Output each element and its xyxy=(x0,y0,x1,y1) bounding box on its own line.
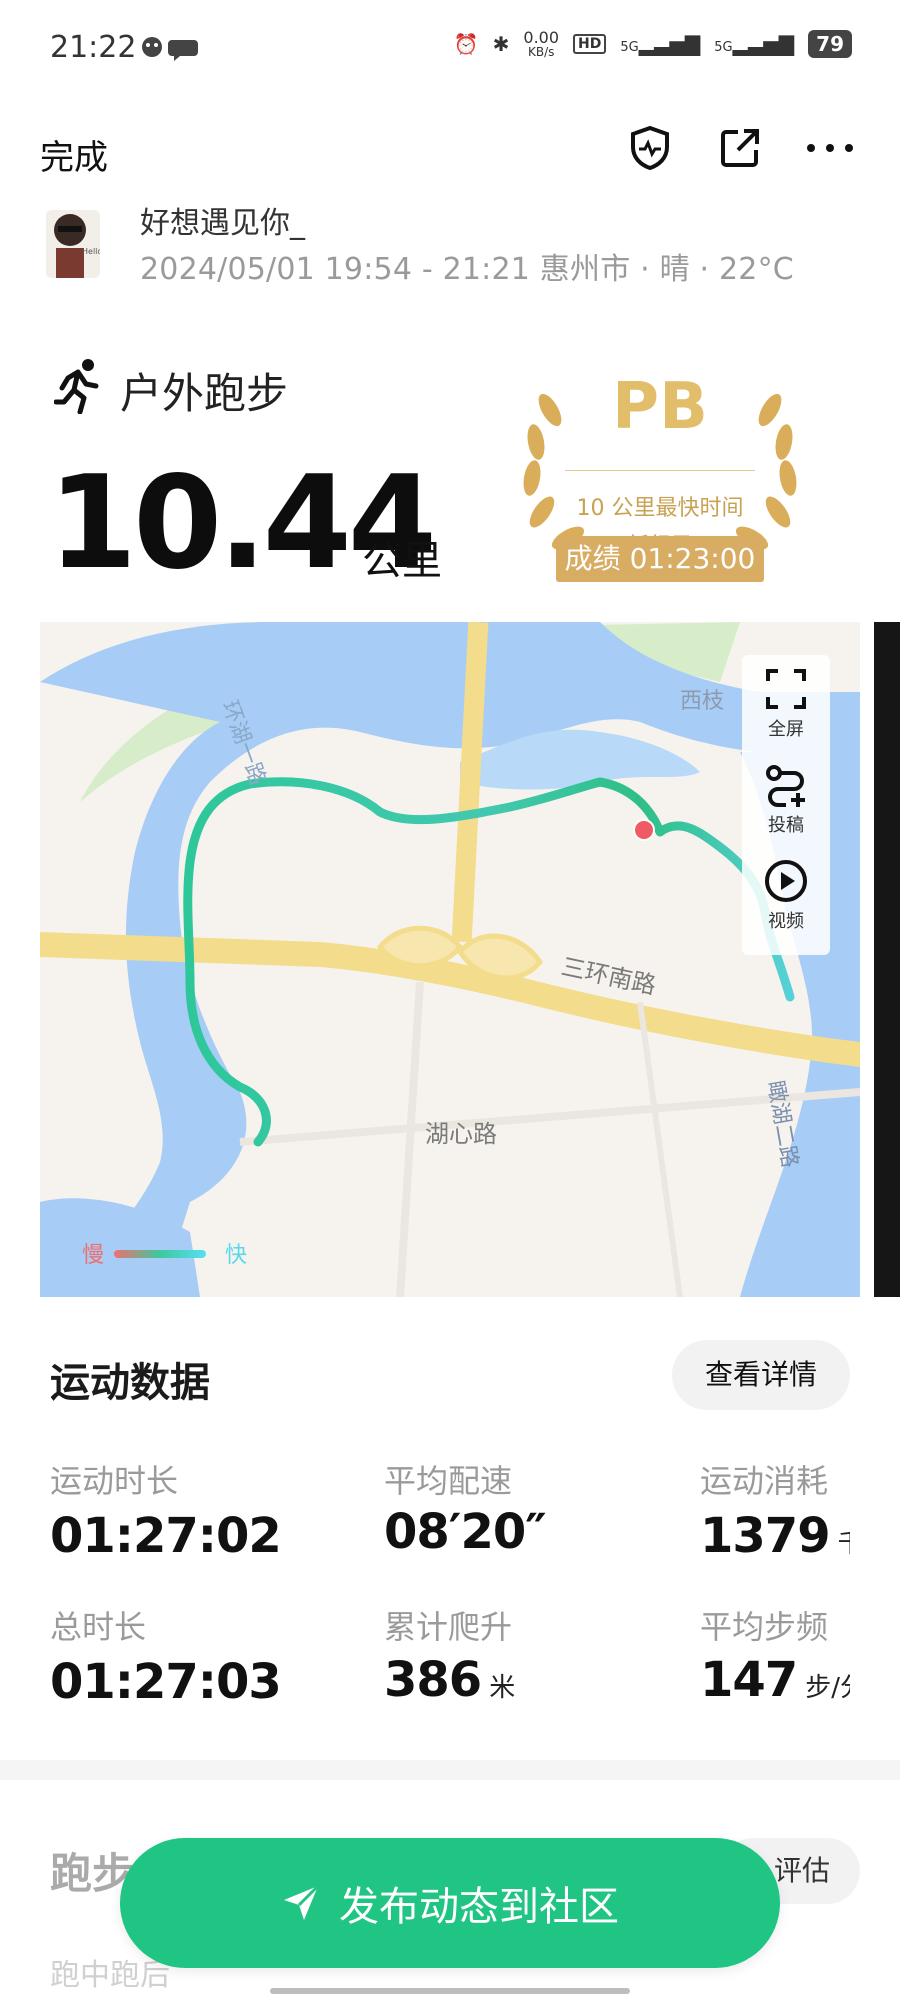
submit-route-button[interactable]: 投稿 xyxy=(742,763,830,837)
bluetooth-icon: ✱ xyxy=(492,32,510,56)
stats-section-title: 运动数据 xyxy=(50,1360,210,1406)
hd-icon: HD xyxy=(573,34,607,54)
stat-label-total-time: 总时长 xyxy=(50,1608,147,1646)
road-label-4: 瞰湖二路 xyxy=(763,1079,803,1170)
map-controls: 全屏 投稿 视频 xyxy=(742,655,830,955)
legend-slow: 慢 xyxy=(82,1242,104,1267)
workout-meta: 2024/05/01 19:54 - 21:21 惠州市 · 晴 · 22°C xyxy=(140,252,794,287)
net-speed: 0.00 KB/s xyxy=(523,28,560,59)
video-button[interactable]: 视频 xyxy=(742,859,830,933)
stat-label-calories: 运动消耗 xyxy=(700,1462,829,1500)
place-label: 西枝 xyxy=(680,688,724,713)
publish-to-community-button[interactable]: 发布动态到社区 xyxy=(120,1838,780,1968)
svg-text:Hello.: Hello. xyxy=(82,247,100,256)
next-map-preview[interactable] xyxy=(874,622,900,1297)
alarm-icon: ⏰ xyxy=(453,32,479,56)
done-button[interactable]: 完成 xyxy=(40,130,108,179)
route-submit-icon xyxy=(766,765,805,807)
stat-value-calories: 1379千卡 xyxy=(700,1508,850,1564)
avatar[interactable]: Hello. xyxy=(46,210,100,278)
fullscreen-button[interactable]: 全屏 xyxy=(742,667,830,741)
shield-heart-icon[interactable] xyxy=(624,122,676,174)
fullscreen-label: 全屏 xyxy=(768,719,804,740)
pb-score: 成绩 01:23:00 xyxy=(556,536,764,582)
send-icon xyxy=(284,1884,320,1920)
video-label: 视频 xyxy=(768,911,804,932)
section-divider xyxy=(0,1760,900,1780)
running-icon xyxy=(53,358,102,415)
stat-value-pace: 08′20″ xyxy=(384,1504,547,1560)
submit-label: 投稿 xyxy=(768,815,804,836)
home-indicator[interactable] xyxy=(270,1988,630,1994)
signal-icon-2: 5G▂▃▅▇ xyxy=(714,32,795,56)
pb-line1: 10 公里最快时间 xyxy=(576,496,744,521)
more-icon[interactable] xyxy=(804,122,856,174)
status-time: 21:22 xyxy=(50,30,137,65)
stat-value-cadence: 147步/分 xyxy=(700,1652,850,1708)
stat-value-total-time: 01:27:03 xyxy=(50,1654,282,1710)
stat-label-elevation: 累计爬升 xyxy=(384,1608,513,1646)
fullscreen-icon xyxy=(766,669,806,709)
map-canvas: 环湖一路 三环南路 湖心路 瞰湖二路 西枝 慢 快 xyxy=(40,622,860,1297)
stat-label-cadence: 平均步频 xyxy=(700,1608,829,1646)
road-label-3: 湖心路 xyxy=(425,1121,497,1148)
status-bar: 21:22 ⏰ ✱ 0.00 KB/s HD 5G▂▃▅▇ 5G▂▃▅▇ 79 xyxy=(0,0,900,100)
publish-label: 发布动态到社区 xyxy=(339,1884,619,1930)
stat-label-pace: 平均配速 xyxy=(384,1462,513,1500)
share-icon[interactable] xyxy=(714,122,766,174)
username: 好想遇见你_ xyxy=(140,206,305,241)
play-video-icon xyxy=(765,860,807,902)
app-notification-icon xyxy=(140,32,200,66)
sport-title: 户外跑步 xyxy=(120,369,289,418)
status-indicators: ⏰ ✱ 0.00 KB/s HD 5G▂▃▅▇ 5G▂▃▅▇ 79 xyxy=(454,30,852,58)
route-map[interactable]: 环湖一路 三环南路 湖心路 瞰湖二路 西枝 慢 快 xyxy=(40,622,860,1297)
pb-divider xyxy=(565,470,755,471)
stat-value-duration: 01:27:02 xyxy=(50,1508,282,1564)
legend-fast: 快 xyxy=(225,1242,247,1267)
start-marker xyxy=(633,819,655,841)
pb-label: PB xyxy=(612,370,708,444)
stat-value-elevation: 386 米 xyxy=(384,1652,516,1708)
speed-legend-bar xyxy=(114,1250,206,1258)
stat-label-duration: 运动时长 xyxy=(50,1462,179,1500)
signal-icon-1: 5G▂▃▅▇ xyxy=(620,32,701,56)
distance-unit: 公里 xyxy=(362,538,442,584)
view-details-button[interactable]: 查看详情 xyxy=(672,1340,850,1410)
battery-icon: 79 xyxy=(808,30,852,58)
